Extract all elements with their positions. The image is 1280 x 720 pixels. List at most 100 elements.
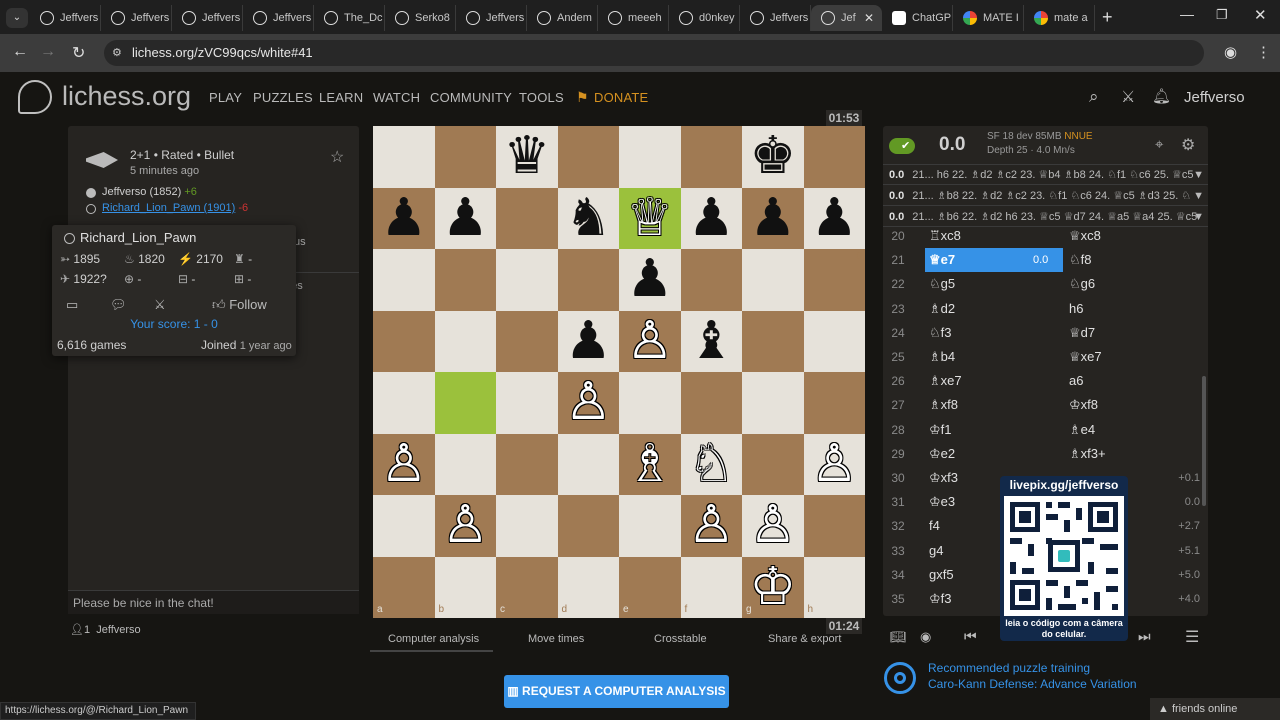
popup-username[interactable]: Richard_Lion_Pawn	[80, 230, 196, 245]
black-move[interactable]: ♕xe7	[1069, 345, 1102, 369]
spectator-name[interactable]: Jeffverso	[96, 624, 140, 636]
white-move[interactable]: ♗xe7	[929, 369, 962, 393]
search-icon[interactable]: ⌕	[1089, 87, 1099, 107]
black-move[interactable]: ♕d7	[1069, 321, 1095, 345]
browser-tab[interactable]: The_Dc	[314, 5, 385, 31]
piece-b7[interactable]: ♟	[435, 188, 497, 250]
user-menu[interactable]: Jeffverso	[1184, 89, 1245, 106]
square-d2[interactable]	[557, 495, 619, 557]
square-c4[interactable]	[496, 372, 558, 434]
nav-play[interactable]: PLAY	[209, 90, 242, 105]
square-a4[interactable]	[373, 372, 435, 434]
rating-item[interactable]: ♨ 1820	[124, 252, 165, 266]
square-a2[interactable]	[373, 495, 435, 557]
games-count[interactable]: 6,616 games	[57, 338, 126, 352]
black-move[interactable]: ♘g6	[1069, 272, 1095, 296]
square-g5[interactable]	[742, 310, 804, 372]
piece-g7[interactable]: ♟	[742, 188, 804, 250]
square-a5[interactable]	[373, 310, 435, 372]
site-info-icon[interactable]: ⚙	[112, 40, 122, 66]
browser-tab[interactable]: Andem	[527, 5, 598, 31]
browser-tab[interactable]: d0nkey	[669, 5, 740, 31]
black-player-link[interactable]: Richard_Lion_Pawn (1901)	[102, 202, 235, 214]
puzzle-title[interactable]: Recommended puzzle training	[928, 661, 1090, 675]
piece-g8[interactable]: ♚	[742, 126, 804, 188]
nav-watch[interactable]: WATCH	[373, 90, 420, 105]
reload-icon[interactable]: ↻	[72, 43, 85, 63]
challenge-icon[interactable]: ⚔	[154, 297, 166, 313]
piece-f7[interactable]: ♟	[681, 188, 743, 250]
piece-a3[interactable]: ♙	[373, 434, 435, 496]
tab-search-button[interactable]: ⌄	[6, 8, 28, 28]
tab-crosstable[interactable]: Crosstable	[654, 633, 707, 645]
opening-book-icon[interactable]: 📖︎	[890, 629, 907, 645]
bookmark-star-icon[interactable]: ☆	[330, 147, 344, 167]
browser-tab[interactable]: Serko8	[385, 5, 456, 31]
tab-move-times[interactable]: Move times	[528, 633, 584, 645]
nav-tools[interactable]: TOOLS	[519, 90, 564, 105]
white-move[interactable]: ♖xc8	[929, 224, 961, 248]
black-move[interactable]: ♔xf8	[1069, 393, 1098, 417]
crosshair-icon[interactable]: ⌖	[1155, 136, 1163, 153]
white-move[interactable]: f4	[929, 514, 940, 538]
square-b8[interactable]	[434, 126, 496, 188]
white-move[interactable]: ♕e7	[929, 248, 955, 272]
white-move[interactable]: ♗d2	[929, 297, 955, 321]
square-b5[interactable]	[434, 310, 496, 372]
last-move-icon[interactable]: ⏭	[1138, 628, 1151, 645]
first-move-icon[interactable]: ⏮	[964, 628, 977, 645]
nav-community[interactable]: COMMUNITY	[430, 90, 512, 105]
square-b3[interactable]	[434, 433, 496, 495]
request-analysis-button[interactable]: ▥ REQUEST A COMPUTER ANALYSIS	[504, 675, 729, 708]
rating-item[interactable]: ⊕ -	[124, 272, 141, 286]
tab-share-export[interactable]: Share & export	[768, 633, 841, 645]
white-move[interactable]: g4	[929, 539, 943, 563]
chess-board[interactable]: ♛ ♚ ♟ ♟ ♞ ♕ ♟ ♟ ♟ ♟ ♟ ♙ ♝ ♙ ♙ ♗ ♘ ♙ ♙ ♙ ♙ ♔ 8 7 6 5 4 3 2 1 a b c d e f g h	[373, 126, 865, 618]
browser-tab[interactable]: Jeffvers	[101, 5, 172, 31]
piece-f3[interactable]: ♘	[681, 434, 743, 496]
piece-f2[interactable]: ♙	[681, 495, 743, 557]
engine-line[interactable]: 0.0 21... h6 22. ♗d2 ♗c2 23. ♕b4 ♗b8 24. …	[883, 165, 1208, 185]
browser-tab[interactable]: mate a	[1024, 5, 1095, 31]
square-e8[interactable]	[619, 126, 681, 188]
square-f4[interactable]	[680, 372, 742, 434]
restore-icon[interactable]: ❐	[1216, 7, 1228, 23]
browser-tab[interactable]: Jeffvers	[243, 5, 314, 31]
new-tab-icon[interactable]: +	[1102, 7, 1113, 28]
piece-e7[interactable]: ♕	[619, 188, 681, 250]
square-c1[interactable]	[496, 556, 558, 618]
square-d3[interactable]	[557, 433, 619, 495]
white-move[interactable]: ♗b4	[929, 345, 955, 369]
square-e4[interactable]	[619, 372, 681, 434]
browser-tab[interactable]: Jeffvers	[456, 5, 527, 31]
tab-computer-analysis[interactable]: Computer analysis	[388, 633, 479, 645]
piece-e3[interactable]: ♗	[619, 434, 681, 496]
rating-item[interactable]: ⊞ -	[234, 272, 251, 286]
square-f6[interactable]	[680, 249, 742, 311]
rating-item[interactable]: ✈ 1922?	[60, 272, 107, 286]
square-c7[interactable]	[496, 187, 558, 249]
square-f1[interactable]	[680, 556, 742, 618]
rating-item[interactable]: ⚡ 2170	[178, 252, 223, 266]
square-a6[interactable]	[373, 249, 435, 311]
black-move[interactable]: ♗e4	[1069, 418, 1095, 442]
piece-d7[interactable]: ♞	[558, 188, 620, 250]
piece-d4[interactable]: ♙	[558, 372, 620, 434]
close-window-icon[interactable]: ✕	[1254, 6, 1267, 24]
white-move[interactable]: ♘f3	[929, 321, 952, 345]
follow-button[interactable]: 👍︎ Follow	[212, 297, 267, 313]
rating-item[interactable]: ➳ 1895	[60, 252, 100, 266]
forward-icon[interactable]: →	[40, 43, 56, 61]
white-move[interactable]: ♔f3	[929, 587, 952, 611]
white-move[interactable]: ♔e2	[929, 442, 955, 466]
black-move[interactable]: ♕xc8	[1069, 224, 1101, 248]
piece-c8[interactable]: ♛	[496, 126, 558, 188]
browser-tab[interactable]: ChatGP	[882, 5, 953, 31]
explorer-icon[interactable]: ◉	[920, 629, 931, 645]
browser-tab[interactable]: Jeffvers	[172, 5, 243, 31]
puzzle-subtitle[interactable]: Caro-Kann Defense: Advance Variation	[928, 677, 1137, 691]
close-tab-icon[interactable]: ✕	[864, 11, 874, 25]
square-c5[interactable]	[496, 310, 558, 372]
back-icon[interactable]: ←	[12, 43, 28, 61]
square-f8[interactable]	[680, 126, 742, 188]
